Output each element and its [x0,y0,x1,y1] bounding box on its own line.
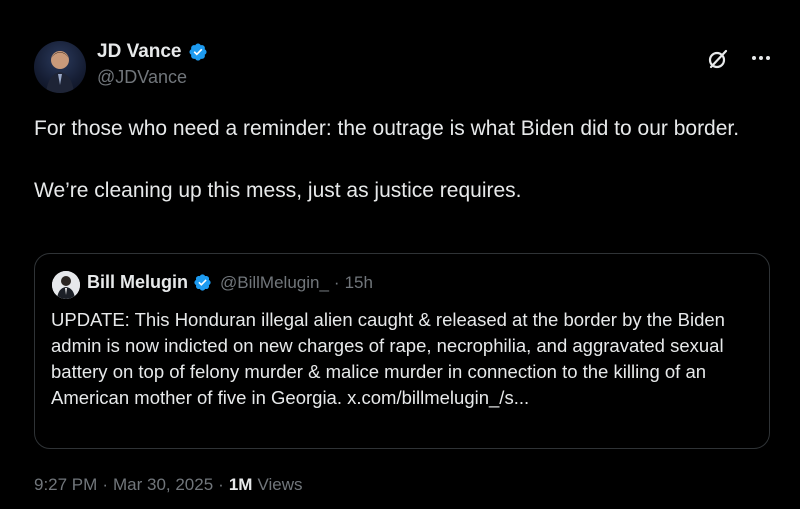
author-name[interactable]: JD Vance [97,41,182,63]
meta-separator: · [218,475,224,494]
quoted-author-handle[interactable]: @BillMelugin_ [220,273,329,293]
tweet-text-line: For those who need a reminder: the outra… [34,117,740,140]
quoted-author-avatar-image [52,271,80,299]
author-avatar-image [46,51,74,93]
more-options-icon[interactable] [748,46,774,70]
author-name-row: JD Vance [97,41,208,63]
views-count: 1M [228,475,253,494]
quoted-author-name[interactable]: Bill Melugin [87,272,188,293]
quoted-author-avatar[interactable] [52,271,80,299]
quoted-timestamp[interactable]: 15h [345,273,373,293]
tweet-date[interactable]: Mar 30, 2025 [113,475,213,495]
verified-badge-icon[interactable] [193,273,212,292]
quoted-tweet-body: UPDATE: This Honduran illegal alien caug… [51,309,725,408]
verified-badge-icon[interactable] [188,42,208,62]
quoted-tweet-card[interactable]: Bill Melugin @BillMelugin_ · 15h UPDATE:… [34,253,770,449]
tweet-text-line: We’re cleaning up this mess, just as jus… [34,179,522,202]
views-label: Views [257,475,303,494]
meta-separator: · [102,475,108,494]
quoted-separator: · [333,272,340,292]
quoted-tweet-text: UPDATE: This Honduran illegal alien caug… [51,307,751,411]
tweet-text: For those who need a reminder: the outra… [34,113,764,206]
grok-icon[interactable] [706,47,730,71]
tweet-time[interactable]: 9:27 PM [34,475,97,495]
tweet-meta: 9:27 PM · Mar 30, 2025 · 1M Views [34,475,303,495]
author-avatar[interactable] [34,41,86,93]
quoted-tweet-header: Bill Melugin @BillMelugin_ · 15h [87,272,373,293]
author-handle[interactable]: @JDVance [97,67,187,88]
